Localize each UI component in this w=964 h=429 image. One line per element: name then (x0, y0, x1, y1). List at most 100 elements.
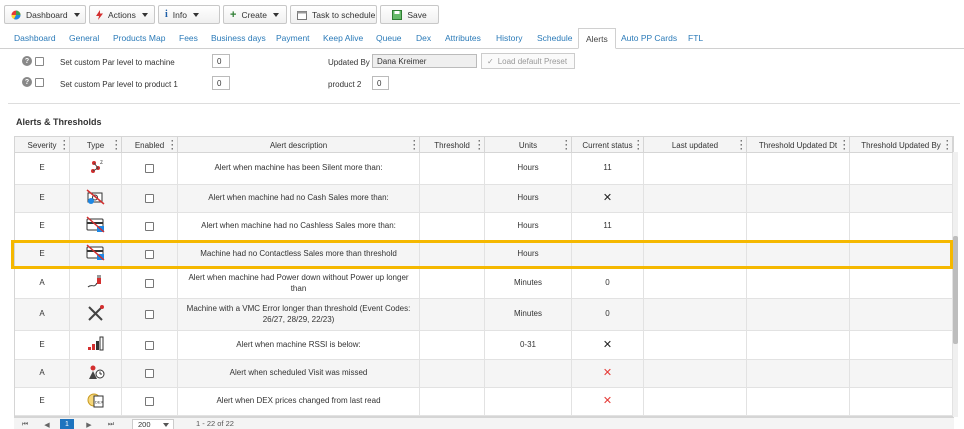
column-menu-icon[interactable]: · · · (63, 137, 66, 154)
threshold-cell[interactable] (420, 185, 485, 212)
tab-auto-pp-cards[interactable]: Auto PP Cards (621, 33, 677, 43)
col-last-updated-header[interactable]: Last updated · · · (644, 137, 747, 154)
enabled-checkbox[interactable] (145, 369, 154, 378)
tab-attributes[interactable]: Attributes (445, 33, 481, 43)
table-row[interactable]: A Machine with a VMC Error longer than th… (15, 299, 953, 331)
type-cell: z (70, 153, 122, 184)
col-enabled-header[interactable]: Enabled · · · (122, 137, 178, 154)
tab-fees[interactable]: Fees (179, 33, 198, 43)
prev-page-button[interactable]: ◀ (40, 419, 54, 429)
enabled-checkbox[interactable] (145, 397, 154, 406)
units-cell (485, 360, 572, 387)
save-button[interactable]: Save (380, 5, 439, 24)
tab-queue[interactable]: Queue (376, 33, 402, 43)
enabled-checkbox[interactable] (145, 164, 154, 173)
col-severity-header[interactable]: Severity · · · (15, 137, 70, 154)
column-menu-icon[interactable]: · · · (565, 137, 568, 154)
missed-visit-icon (86, 363, 106, 385)
load-default-preset-button[interactable]: ✓ Load default Preset (481, 53, 575, 69)
col-alert-description-header[interactable]: Alert description · · · (178, 137, 420, 154)
description-cell: Alert when scheduled Visit was missed (178, 360, 420, 387)
par-product1-checkbox[interactable] (35, 78, 44, 87)
col-threshold-updated-by-header[interactable]: Threshold Updated By · · · (850, 137, 953, 154)
enabled-checkbox[interactable] (145, 194, 154, 203)
info-button-label: Info (172, 9, 187, 20)
create-button[interactable]: + Create (223, 5, 287, 24)
tab-ftl[interactable]: FTL (688, 33, 703, 43)
enabled-checkbox[interactable] (145, 250, 154, 259)
table-row[interactable]: A Alert when scheduled Visit was missed ✕ (15, 360, 953, 388)
tab-keep-alive[interactable]: Keep Alive (323, 33, 363, 43)
first-page-button[interactable]: ⏮ (18, 419, 32, 429)
threshold-cell[interactable] (420, 213, 485, 240)
table-row[interactable]: E Alert when machine RSSI is below: 0-31 ✕ (15, 331, 953, 360)
last-updated-cell (644, 185, 747, 212)
column-menu-icon[interactable]: · · · (946, 137, 949, 154)
severity-cell: E (15, 185, 70, 212)
table-row[interactable]: E DEX Alert when DEX prices changed from l… (15, 388, 953, 416)
enabled-cell (122, 299, 178, 330)
scrollbar-thumb[interactable] (953, 236, 958, 344)
threshold-cell[interactable] (420, 388, 485, 415)
threshold-cell[interactable] (420, 269, 485, 298)
tab-business-days[interactable]: Business days (211, 33, 266, 43)
threshold-updated-by-cell (850, 299, 953, 330)
type-cell (70, 299, 122, 330)
help-icon[interactable]: ? (22, 56, 32, 66)
table-row[interactable]: E Alert when machine had no Cash Sales mo… (15, 185, 953, 213)
table-row[interactable]: Ez Alert when machine has been Silent mor… (15, 153, 953, 185)
enabled-checkbox[interactable] (145, 279, 154, 288)
threshold-cell[interactable] (420, 241, 485, 268)
page-1-button[interactable]: 1 (60, 419, 74, 429)
tab-payment[interactable]: Payment (276, 33, 310, 43)
tab-history[interactable]: History (496, 33, 522, 43)
col-current-status-header[interactable]: Current status · · · (572, 137, 644, 154)
units-cell: Hours (485, 153, 572, 184)
threshold-cell[interactable] (420, 153, 485, 184)
last-page-button[interactable]: ⏭ (104, 419, 118, 429)
column-menu-icon[interactable]: · · · (740, 137, 743, 154)
threshold-cell[interactable] (420, 331, 485, 359)
tab-schedule[interactable]: Schedule (537, 33, 572, 43)
par-machine-input[interactable]: 0 (212, 54, 230, 68)
tab-dashboard[interactable]: Dashboard (14, 33, 56, 43)
pager-info: 1 - 22 of 22 (196, 419, 234, 428)
task-to-schedule-button[interactable]: Task to schedule (290, 5, 377, 24)
threshold-cell[interactable] (420, 360, 485, 387)
dashboard-button[interactable]: Dashboard (4, 5, 86, 24)
column-menu-icon[interactable]: · · · (413, 137, 416, 154)
actions-button[interactable]: Actions (89, 5, 155, 24)
tab-general[interactable]: General (69, 33, 99, 43)
column-menu-icon[interactable]: · · · (478, 137, 481, 154)
column-menu-icon[interactable]: · · · (171, 137, 174, 154)
col-type-header[interactable]: Type · · · (70, 137, 122, 154)
table-row[interactable]: A Alert when machine had Power down witho… (15, 269, 953, 299)
enabled-checkbox[interactable] (145, 340, 154, 350)
column-menu-icon[interactable]: · · · (637, 137, 640, 154)
page-size-select[interactable]: 200 (132, 419, 174, 429)
col-threshold-updated-dt-header[interactable]: Threshold Updated Dt · · · (747, 137, 850, 154)
column-menu-icon[interactable]: · · · (115, 137, 118, 154)
dex-price-icon: DEX (86, 391, 106, 413)
tab-dex[interactable]: Dex (416, 33, 431, 43)
par-machine-checkbox[interactable] (35, 57, 44, 66)
enabled-checkbox[interactable] (145, 222, 154, 231)
vertical-scrollbar[interactable] (953, 152, 958, 417)
info-button[interactable]: i Info (158, 5, 220, 24)
table-row[interactable]: E Machine had no Contactless Sales more t… (15, 241, 953, 269)
product2-input[interactable]: 0 (372, 76, 389, 90)
threshold-updated-by-cell (850, 213, 953, 240)
par-product1-input[interactable]: 0 (212, 76, 230, 90)
tab-products-map[interactable]: Products Map (113, 33, 165, 43)
threshold-cell[interactable] (420, 299, 485, 330)
par-product1-label: Set custom Par level to product 1 (60, 80, 178, 89)
enabled-checkbox[interactable] (145, 310, 154, 319)
col-threshold-header[interactable]: Threshold · · · (420, 137, 485, 154)
help-icon[interactable]: ? (22, 77, 32, 87)
col-units-header[interactable]: Units · · · (485, 137, 572, 154)
column-menu-icon[interactable]: · · · (843, 137, 846, 154)
tab-alerts[interactable]: Alerts (578, 28, 616, 49)
description-cell: Alert when machine had no Cash Sales mor… (178, 185, 420, 212)
next-page-button[interactable]: ▶ (82, 419, 96, 429)
table-row[interactable]: E Alert when machine had no Cashless Sale… (15, 213, 953, 241)
